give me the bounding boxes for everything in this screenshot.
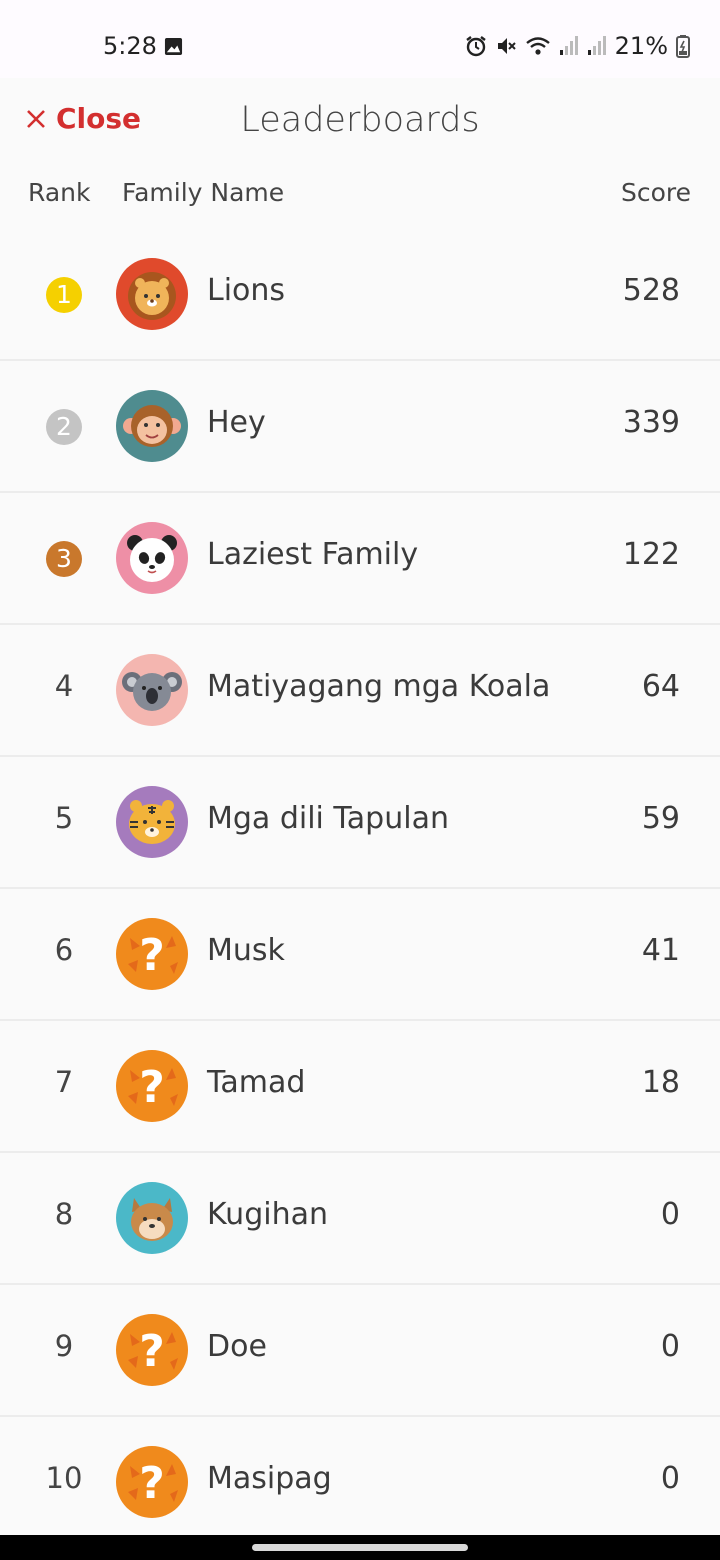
tiger-icon xyxy=(116,786,188,858)
family-score: 18 xyxy=(641,1065,680,1100)
family-score: 528 xyxy=(622,273,680,308)
status-bar: 5:28 21% xyxy=(0,0,720,78)
question-mark-icon: ? xyxy=(116,918,188,990)
panda-icon xyxy=(116,522,188,594)
family-score: 122 xyxy=(622,537,680,572)
rank-number: 4 xyxy=(54,669,74,703)
family-name: Hey xyxy=(207,405,266,440)
leaderboard-row[interactable]: 2 Hey 339 xyxy=(0,361,720,493)
rank-number: 9 xyxy=(54,1329,74,1363)
family-name: Doe xyxy=(207,1329,267,1364)
navigation-bar xyxy=(0,1535,720,1560)
family-name: Masipag xyxy=(207,1461,332,1496)
column-score: Score xyxy=(620,178,691,207)
question-mark-icon: ? xyxy=(116,1050,188,1122)
silver-medal-badge: 2 xyxy=(46,409,82,445)
leaderboard-row[interactable]: 10 ? Masipag 0 xyxy=(0,1417,720,1547)
column-family-name: Family Name xyxy=(122,178,285,207)
header: Close Leaderboards xyxy=(0,78,720,168)
bronze-medal-badge: 3 xyxy=(46,541,82,577)
svg-text:?: ? xyxy=(139,1062,165,1113)
family-score: 64 xyxy=(641,669,680,704)
family-name: Matiyagang mga Koala xyxy=(207,669,551,704)
leaderboard-row[interactable]: 7 ? Tamad 18 xyxy=(0,1021,720,1153)
svg-text:?: ? xyxy=(139,1326,165,1377)
home-gesture-handle[interactable] xyxy=(252,1544,468,1551)
mute-icon xyxy=(497,38,516,54)
alarm-icon xyxy=(465,36,486,57)
family-name: Lions xyxy=(207,273,286,308)
rank-number: 10 xyxy=(45,1461,83,1495)
gallery-icon xyxy=(164,37,183,56)
rank-number: 6 xyxy=(54,933,74,967)
svg-text:?: ? xyxy=(139,1458,165,1509)
family-name: Kugihan xyxy=(207,1197,328,1232)
column-rank: Rank xyxy=(28,178,91,207)
family-name: Musk xyxy=(207,933,285,968)
lion-icon xyxy=(116,258,188,330)
rank-number: 8 xyxy=(54,1197,74,1231)
family-score: 41 xyxy=(641,933,680,968)
family-name: Laziest Family xyxy=(207,537,419,572)
signal-icon xyxy=(587,36,606,55)
gold-medal-badge: 1 xyxy=(46,277,82,313)
monkey-icon xyxy=(116,390,188,462)
leaderboard-list: 1 Lions 528 2 Hey 339 3 Laziest Family 1… xyxy=(0,229,720,1547)
family-name: Tamad xyxy=(207,1065,306,1100)
signal-icon xyxy=(559,36,578,55)
leaderboard-row[interactable]: 3 Laziest Family 122 xyxy=(0,493,720,625)
question-mark-icon: ? xyxy=(116,1314,188,1386)
shiba-dog-icon xyxy=(116,1182,188,1254)
wifi-icon xyxy=(525,37,550,55)
family-score: 0 xyxy=(660,1197,680,1232)
leaderboard-row[interactable]: 5 Mga dili Tapulan 59 xyxy=(0,757,720,889)
koala-icon xyxy=(116,654,188,726)
leaderboard-row[interactable]: 1 Lions 528 xyxy=(0,229,720,361)
leaderboard-row[interactable]: 4 Matiyagang mga Koala 64 xyxy=(0,625,720,757)
leaderboard-row[interactable]: 9 ? Doe 0 xyxy=(0,1285,720,1417)
svg-text:?: ? xyxy=(139,930,165,981)
family-score: 339 xyxy=(622,405,680,440)
family-score: 0 xyxy=(660,1329,680,1364)
battery-icon xyxy=(676,35,690,58)
column-headers: Rank Family Name Score xyxy=(0,172,720,218)
status-time: 5:28 xyxy=(103,32,157,60)
leaderboard-row[interactable]: 6 ? Musk 41 xyxy=(0,889,720,1021)
page-title: Leaderboards xyxy=(240,100,480,140)
leaderboard-row[interactable]: 8 Kugihan 0 xyxy=(0,1153,720,1285)
family-score: 0 xyxy=(660,1461,680,1496)
family-score: 59 xyxy=(641,801,680,836)
rank-number: 5 xyxy=(54,801,74,835)
battery-percent: 21% xyxy=(614,32,668,60)
family-name: Mga dili Tapulan xyxy=(207,801,449,836)
rank-number: 7 xyxy=(54,1065,74,1099)
question-mark-icon: ? xyxy=(116,1446,188,1518)
